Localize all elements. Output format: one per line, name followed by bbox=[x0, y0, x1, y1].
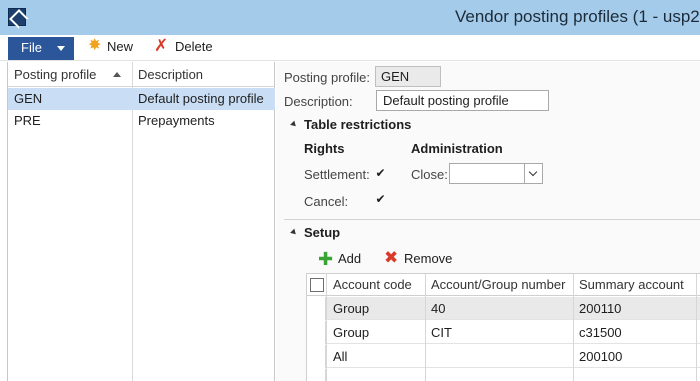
left-frame bbox=[0, 62, 8, 381]
setup-grid-header: Account code Account/Group number Summar… bbox=[307, 274, 700, 296]
app-icon[interactable] bbox=[8, 8, 26, 26]
posting-profile-list: Posting profile Description GEN Default … bbox=[8, 62, 275, 381]
chevron-down-icon bbox=[57, 46, 65, 51]
detail-pane: Posting profile: GEN Description: Defaul… bbox=[276, 62, 700, 381]
new-sparkle-icon[interactable]: ✸ bbox=[88, 38, 101, 54]
cell-posting-profile: PRE bbox=[14, 113, 41, 128]
cancel-checkbox[interactable]: ✔ bbox=[374, 193, 387, 206]
delete-x-icon[interactable]: ✗ bbox=[154, 37, 168, 54]
sort-ascending-icon[interactable] bbox=[113, 72, 121, 77]
cell-summary-account: c31500 bbox=[579, 325, 622, 340]
setup-header[interactable]: Setup bbox=[304, 225, 340, 240]
select-all-checkbox[interactable] bbox=[310, 278, 324, 292]
window-title: Vendor posting profiles (1 - usp2 bbox=[455, 7, 700, 26]
file-menu-button[interactable]: File bbox=[8, 37, 74, 60]
column-header-account-code[interactable]: Account code bbox=[333, 277, 412, 292]
column-divider bbox=[425, 274, 426, 381]
add-plus-icon[interactable]: ✚ bbox=[318, 250, 333, 268]
row-selector[interactable] bbox=[307, 345, 326, 368]
cancel-label: Cancel: bbox=[304, 194, 349, 209]
column-header-description[interactable]: Description bbox=[138, 67, 203, 82]
posting-profile-label: Posting profile: bbox=[284, 70, 370, 85]
list-row-gen[interactable]: GEN Default posting profile bbox=[8, 88, 275, 110]
cell-posting-profile: GEN bbox=[14, 91, 43, 106]
column-divider bbox=[696, 274, 697, 381]
row-selector[interactable] bbox=[307, 321, 326, 344]
description-field[interactable]: Default posting profile bbox=[376, 90, 549, 111]
cell-group-number: CIT bbox=[431, 325, 452, 340]
chevron-down-icon[interactable] bbox=[524, 164, 542, 183]
cell-account-code: Group bbox=[333, 301, 370, 316]
file-label: File bbox=[21, 40, 42, 55]
column-divider bbox=[573, 274, 574, 381]
column-divider bbox=[326, 274, 327, 381]
collapse-caret-icon[interactable] bbox=[290, 120, 298, 129]
table-row[interactable]: All 200100 bbox=[307, 345, 700, 368]
posting-profile-field[interactable]: GEN bbox=[375, 66, 441, 87]
table-row[interactable]: Group CIT c31500 bbox=[307, 321, 700, 344]
cell-description: Prepayments bbox=[138, 113, 215, 128]
table-restrictions-header[interactable]: Table restrictions bbox=[304, 117, 411, 132]
row-selector[interactable] bbox=[307, 297, 326, 320]
settlement-checkbox[interactable]: ✔ bbox=[374, 167, 387, 180]
table-row-empty[interactable] bbox=[307, 369, 700, 381]
table-row[interactable]: Group 40 200110 bbox=[307, 297, 700, 320]
settlement-label: Settlement: bbox=[304, 167, 370, 182]
section-divider bbox=[284, 219, 700, 220]
list-row-pre[interactable]: PRE Prepayments bbox=[8, 110, 275, 132]
collapse-caret-icon[interactable] bbox=[290, 228, 298, 237]
cell-group-number: 40 bbox=[431, 301, 446, 316]
rights-group-title: Rights bbox=[304, 141, 345, 156]
add-button[interactable]: Add bbox=[338, 251, 361, 266]
cell-account-code: All bbox=[333, 349, 348, 364]
list-header: Posting profile Description bbox=[8, 62, 275, 87]
cell-summary-account: 200110 bbox=[579, 301, 622, 316]
new-button[interactable]: New bbox=[107, 39, 133, 54]
cell-summary-account: 200100 bbox=[579, 349, 623, 364]
remove-x-icon[interactable]: ✖ bbox=[384, 249, 398, 266]
administration-group-title: Administration bbox=[411, 141, 503, 156]
remove-button[interactable]: Remove bbox=[404, 251, 452, 266]
description-label: Description: bbox=[284, 94, 353, 109]
title-bar: Vendor posting profiles (1 - usp2 bbox=[0, 0, 700, 35]
close-combobox[interactable] bbox=[449, 163, 543, 184]
row-selector[interactable] bbox=[307, 369, 326, 381]
column-header-posting-profile[interactable]: Posting profile bbox=[14, 67, 96, 82]
action-pane: File ✸ New ✗ Delete bbox=[0, 35, 700, 61]
delete-button[interactable]: Delete bbox=[175, 39, 213, 54]
cell-description: Default posting profile bbox=[138, 91, 264, 106]
column-header-summary-account[interactable]: Summary account bbox=[579, 277, 684, 292]
column-header-group-number[interactable]: Account/Group number bbox=[431, 277, 565, 292]
setup-grid: Account code Account/Group number Summar… bbox=[306, 273, 700, 381]
cell-account-code: Group bbox=[333, 325, 370, 340]
close-label: Close: bbox=[411, 167, 448, 182]
